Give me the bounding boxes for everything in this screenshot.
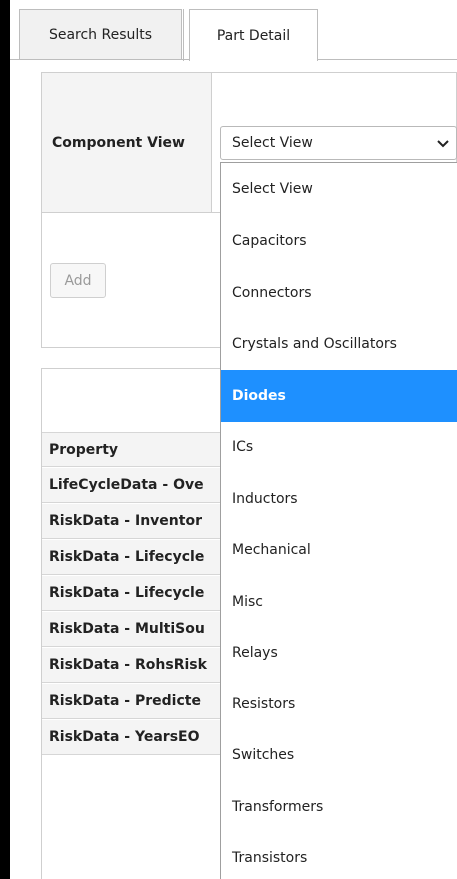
option-label: Mechanical xyxy=(232,542,311,558)
dropdown-option[interactable]: Capacitors xyxy=(221,215,457,267)
component-view-select[interactable]: Select View xyxy=(220,126,457,160)
table-row: RiskData - RohsRisk xyxy=(42,648,222,683)
dropdown-option[interactable]: Select View xyxy=(221,163,457,215)
table-row: RiskData - MultiSou xyxy=(42,612,222,647)
option-label: Crystals and Oscillators xyxy=(232,336,397,352)
dropdown-option[interactable]: Inductors xyxy=(221,473,457,525)
option-label: Relays xyxy=(232,645,278,661)
dropdown-option[interactable]: Relays xyxy=(221,627,457,679)
option-label: Resistors xyxy=(232,696,296,712)
table-row: RiskData - Lifecycle xyxy=(42,540,222,575)
dropdown-option[interactable]: Transistors xyxy=(221,832,457,879)
table-row: RiskData - Predicte xyxy=(42,684,222,719)
table-cell: RiskData - YearsEO xyxy=(49,729,200,745)
table-row: RiskData - Inventor xyxy=(42,504,222,539)
property-header-label: Property xyxy=(49,441,119,458)
table-cell: RiskData - Lifecycle xyxy=(49,549,205,565)
add-button-label: Add xyxy=(64,272,92,289)
table-cell: RiskData - Inventor xyxy=(49,513,202,529)
dropdown-option[interactable]: Crystals and Oscillators xyxy=(221,318,457,370)
table-row: LifeCycleData - Ove xyxy=(42,468,222,503)
dropdown-option[interactable]: ICs xyxy=(221,421,457,473)
page: Search Results Part Detail Component Vie… xyxy=(0,0,457,879)
option-label: Switches xyxy=(232,747,295,763)
table-row: RiskData - Lifecycle xyxy=(42,576,222,611)
table-cell: RiskData - Predicte xyxy=(49,693,201,709)
tab-bar: Search Results Part Detail xyxy=(10,0,457,61)
table-cell: RiskData - Lifecycle xyxy=(49,585,205,601)
option-label: Misc xyxy=(232,594,263,610)
table-cell: RiskData - MultiSou xyxy=(49,621,205,637)
option-label: Diodes xyxy=(232,388,286,404)
window-edge xyxy=(0,0,10,879)
option-label: Transformers xyxy=(232,799,324,815)
chevron-down-icon xyxy=(437,140,449,148)
select-value: Select View xyxy=(232,135,313,151)
dropdown-option[interactable]: Misc xyxy=(221,576,457,628)
dropdown-option[interactable]: Connectors xyxy=(221,267,457,319)
option-label: Connectors xyxy=(232,285,312,301)
option-label: ICs xyxy=(232,439,254,455)
option-label: Select View xyxy=(232,181,313,197)
dropdown-option[interactable]: Mechanical xyxy=(221,524,457,576)
dropdown-option[interactable]: Resistors xyxy=(221,678,457,730)
table-row: RiskData - YearsEO xyxy=(42,720,222,755)
component-view-label: Component View xyxy=(52,135,185,151)
option-label: Inductors xyxy=(232,491,298,507)
tab-part-detail-label: Part Detail xyxy=(216,27,291,44)
property-header: Property xyxy=(42,432,222,467)
add-button[interactable]: Add xyxy=(50,263,106,298)
option-label: Transistors xyxy=(232,850,308,866)
component-view-dropdown: Select View Capacitors Connectors Crysta… xyxy=(220,162,457,879)
dropdown-option-highlighted[interactable]: Diodes xyxy=(221,370,457,422)
option-label: Capacitors xyxy=(232,233,307,249)
table-cell: RiskData - RohsRisk xyxy=(49,657,207,673)
dropdown-option[interactable]: Transformers xyxy=(221,781,457,833)
component-view-label-cell: Component View xyxy=(42,73,212,213)
tab-search-results-label: Search Results xyxy=(48,27,153,43)
table-cell: LifeCycleData - Ove xyxy=(49,477,204,493)
tab-part-detail[interactable]: Part Detail xyxy=(183,9,318,61)
dropdown-option[interactable]: Switches xyxy=(221,729,457,781)
tab-search-results[interactable]: Search Results xyxy=(19,9,182,60)
